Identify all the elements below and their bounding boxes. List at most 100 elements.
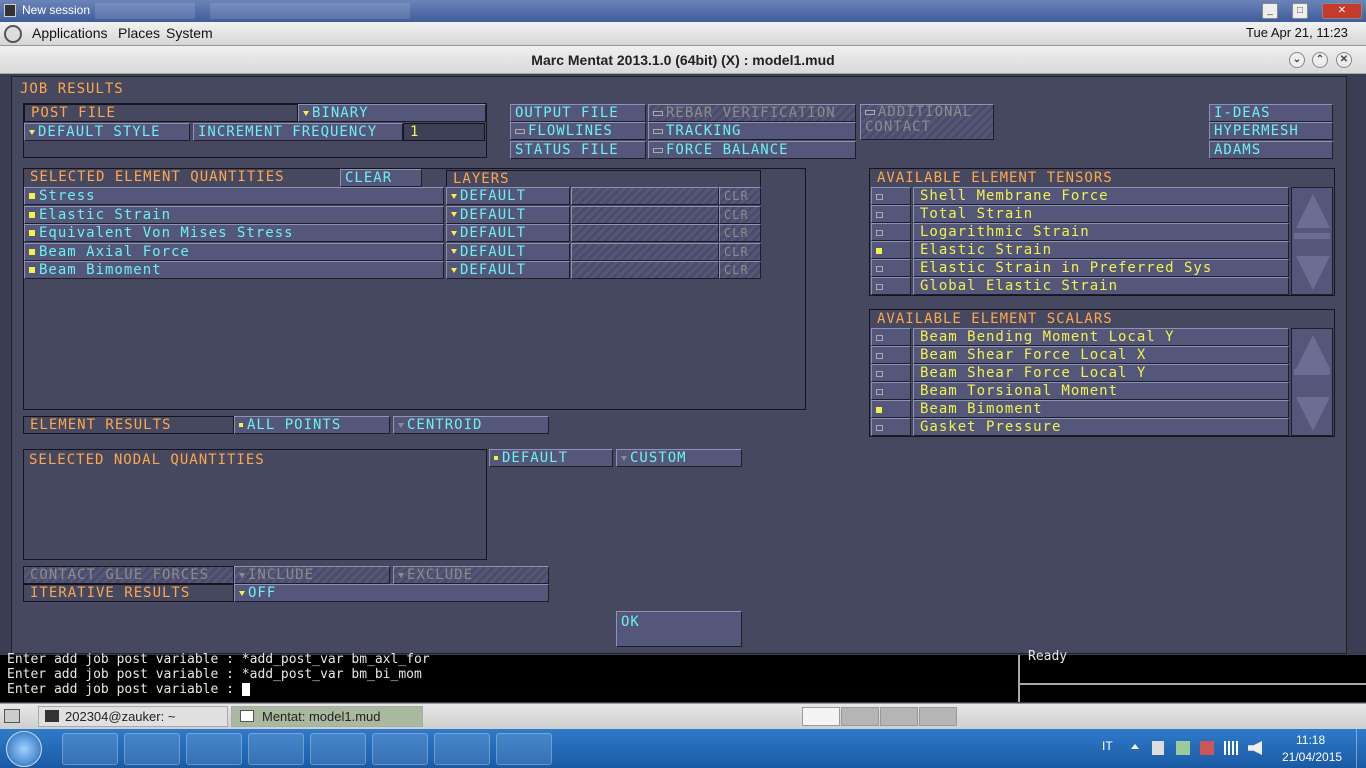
clear-button[interactable]: CLEAR [340,169,422,187]
adams-button[interactable]: ADAMS [1209,141,1333,159]
menu-applications[interactable]: Applications [32,25,108,41]
network-tray-icon[interactable] [1176,741,1190,755]
scroll-up-icon[interactable] [1296,335,1330,369]
layer-select[interactable]: DEFAULT [446,261,570,279]
ok-button[interactable]: OK [616,611,742,647]
window-close-icon[interactable]: ✕ [1336,52,1352,68]
tensors-checkbox[interactable] [871,187,911,205]
post-file-select[interactable]: BINARY [298,104,486,122]
tensors-item[interactable]: Shell Membrane Force [913,187,1289,205]
tensors-checkbox[interactable] [871,259,911,277]
increment-frequency-button[interactable]: INCREMENT FREQUENCY [193,123,403,141]
selected-element-row[interactable]: Beam Axial Force [24,242,444,261]
selected-element-row[interactable]: Stress [24,187,444,205]
tensors-item[interactable]: Logarithmic Strain [913,223,1289,241]
increment-frequency-input[interactable]: 1 [403,123,485,141]
scalars-item[interactable]: Beam Shear Force Local X [913,346,1289,364]
tensors-checkbox[interactable] [871,277,911,295]
scalars-checkbox[interactable] [871,418,911,436]
output-file-button[interactable]: OUTPUT FILE [510,104,646,122]
selected-element-row[interactable]: Equivalent Von Mises Stress [24,224,444,242]
scalars-checkbox[interactable] [871,346,911,364]
layer-select[interactable]: DEFAULT [446,187,570,205]
language-indicator[interactable]: IT [1102,739,1113,753]
tray-expand-icon[interactable] [1131,744,1139,749]
scalars-item[interactable]: Beam Bimoment [913,400,1289,418]
scalars-item[interactable]: Gasket Pressure [913,418,1289,436]
scalars-item[interactable]: Beam Torsional Moment [913,382,1289,400]
layer-select[interactable]: DEFAULT [446,242,570,261]
layer-select[interactable]: DEFAULT [446,205,570,224]
hypermesh-button[interactable]: HYPERMESH [1209,122,1333,140]
xming-icon[interactable] [310,733,366,765]
all-points-radio[interactable]: ALL POINTS [234,416,390,434]
scroll-down-icon[interactable] [1296,256,1330,290]
force-balance-button[interactable]: FORCE BALANCE [648,141,856,159]
nodal-default-radio[interactable]: DEFAULT [489,449,613,467]
tensors-checkbox[interactable] [871,241,911,259]
tensors-item[interactable]: Total Strain [913,205,1289,223]
chrome-icon[interactable] [248,733,304,765]
window-minimize-icon[interactable]: ⌄ [1289,52,1305,68]
media-player-icon[interactable] [186,733,242,765]
nodal-custom-radio[interactable]: CUSTOM [616,449,742,467]
scroll-thumb[interactable] [1294,369,1330,375]
panel-clock[interactable]: Tue Apr 21, 11:23 [1246,25,1348,40]
ie-icon[interactable] [62,733,118,765]
tensors-checkbox[interactable] [871,205,911,223]
workspace-4[interactable] [919,707,957,726]
menu-places[interactable]: Places [118,25,160,41]
show-desktop-strip[interactable] [1356,729,1366,768]
paint-icon[interactable] [496,733,552,765]
status-file-button[interactable]: STATUS FILE [510,141,646,159]
show-desktop-icon[interactable] [4,709,20,723]
tray-date[interactable]: 21/04/2015 [1282,750,1342,764]
close-icon[interactable]: ✕ [1322,3,1362,19]
start-button-icon[interactable] [6,731,42,767]
tensors-checkbox[interactable] [871,223,911,241]
selected-element-row[interactable]: Elastic Strain [24,205,444,224]
tensors-item[interactable]: Elastic Strain in Preferred Sys [913,259,1289,277]
workspace-2[interactable] [841,707,879,726]
default-style-button[interactable]: DEFAULT STYLE [24,123,190,141]
tensors-item[interactable]: Global Elastic Strain [913,277,1289,295]
flowlines-button[interactable]: FLOWLINES [510,122,646,140]
layer-select[interactable]: DEFAULT [446,224,570,242]
word-icon[interactable] [434,733,490,765]
scalars-item[interactable]: Beam Bending Moment Local Y [913,328,1289,346]
flag-icon[interactable] [1152,741,1164,755]
ideas-button[interactable]: I-DEAS [1209,104,1333,122]
scalars-checkbox[interactable] [871,400,911,418]
taskbar-item-terminal[interactable]: 202304@zauker: ~ [38,706,228,727]
tray-time[interactable]: 11:18 [1296,733,1325,747]
scalars-checkbox[interactable] [871,328,911,346]
scroll-down-icon[interactable] [1296,397,1330,431]
explorer-icon[interactable] [124,733,180,765]
window-maximize-icon[interactable]: ⌃ [1312,52,1328,68]
tensors-item[interactable]: Elastic Strain [913,241,1289,259]
selected-element-row[interactable]: Beam Bimoment [24,261,444,279]
scalars-checkbox[interactable] [871,382,911,400]
workspace-1[interactable] [802,707,840,726]
tensors-scrollbar[interactable] [1291,187,1333,295]
volume-icon[interactable] [1248,741,1262,755]
terminal-line[interactable]: Enter add job post variable : [7,682,250,697]
gnome-logo-icon[interactable] [4,25,22,43]
tracking-button[interactable]: TRACKING [648,122,856,140]
menu-system[interactable]: System [166,25,213,41]
workspace-3[interactable] [880,707,918,726]
taskbar-item-mentat[interactable]: Mentat: model1.mud [231,706,423,727]
scalars-scrollbar[interactable] [1291,328,1333,436]
centroid-radio[interactable]: CENTROID [393,416,549,434]
command-terminal[interactable]: Enter add job post variable : *add_post_… [0,652,1018,702]
maximize-icon[interactable]: □ [1292,3,1308,19]
xming-launch-icon[interactable] [372,733,428,765]
scroll-up-icon[interactable] [1296,194,1330,228]
scalars-checkbox[interactable] [871,364,911,382]
iterative-results-select[interactable]: OFF [234,584,549,602]
scalars-item[interactable]: Beam Shear Force Local Y [913,364,1289,382]
security-tray-icon[interactable] [1200,741,1214,755]
minimize-icon[interactable]: _ [1262,3,1278,19]
signal-icon[interactable] [1224,741,1238,755]
scroll-thumb[interactable] [1294,233,1330,239]
